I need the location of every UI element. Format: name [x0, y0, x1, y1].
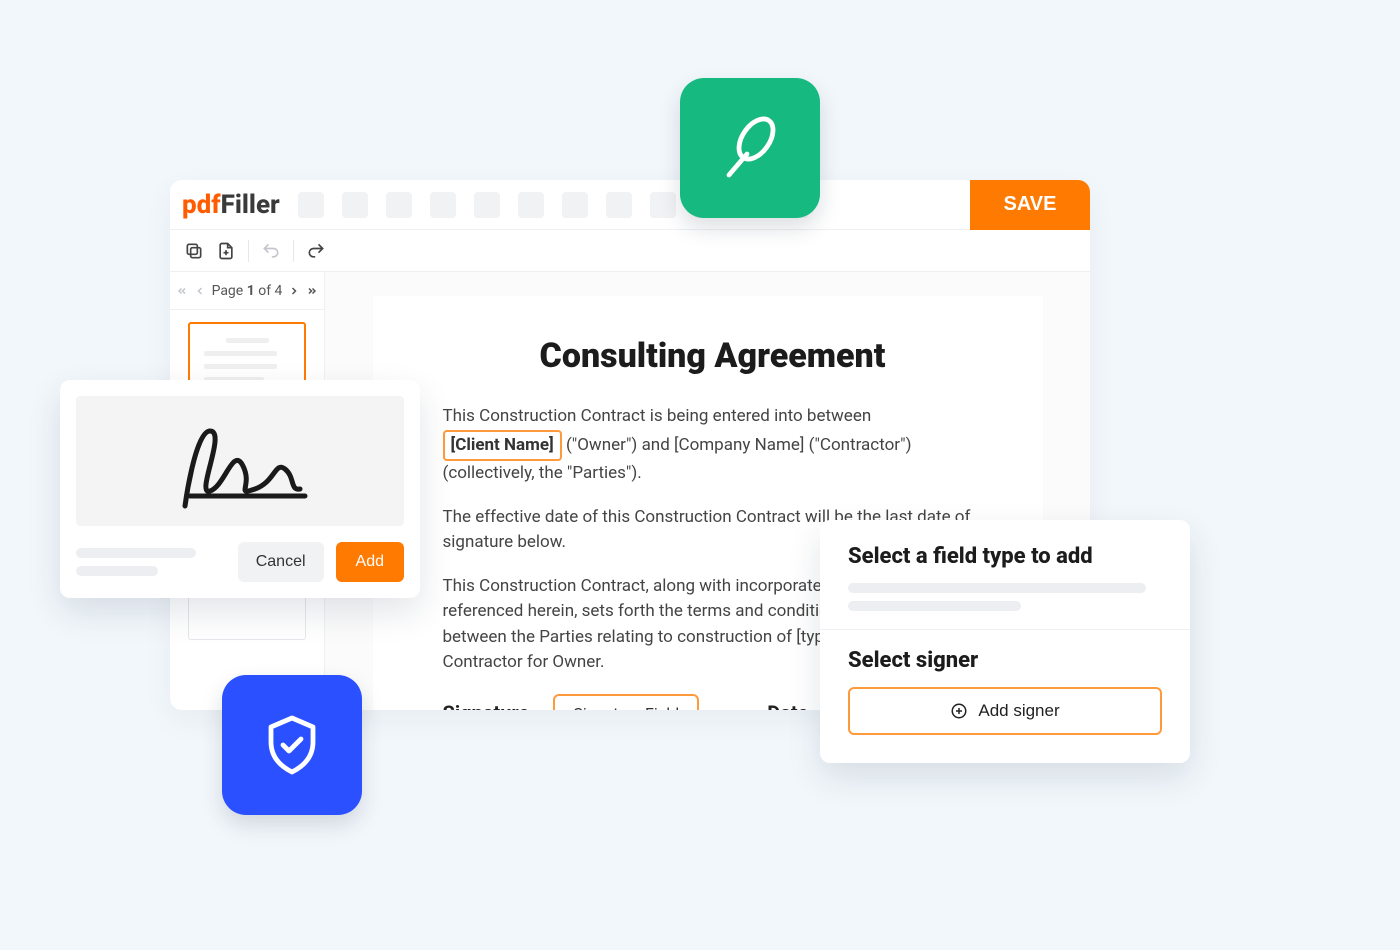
signer-panel: Select a field type to add Select signer… — [820, 520, 1190, 763]
add-signature-button[interactable]: Add — [336, 542, 404, 582]
add-signer-button[interactable]: Add signer — [848, 687, 1162, 735]
signature-label: Signature — [443, 701, 530, 710]
page-indicator: Page 1 of 4 — [212, 283, 283, 299]
paragraph-1: This Construction Contract is being ente… — [443, 404, 983, 487]
signature-preview-card: Cancel Add — [60, 380, 420, 598]
chevron-right-icon[interactable] — [288, 285, 300, 297]
signature-glyph-icon — [155, 411, 325, 511]
chevron-double-right-icon[interactable] — [306, 285, 318, 297]
field-type-placeholder — [848, 583, 1162, 611]
pdf-file-icon[interactable] — [216, 241, 236, 261]
document-title: Consulting Agreement — [443, 336, 983, 376]
cancel-button[interactable]: Cancel — [238, 542, 324, 582]
redo-icon[interactable] — [306, 241, 326, 261]
signature-meta-placeholder — [76, 548, 226, 576]
toolbar-placeholder[interactable] — [342, 192, 368, 218]
toolbar-placeholder[interactable] — [474, 192, 500, 218]
toolbar-placeholder[interactable] — [606, 192, 632, 218]
toolbar-divider — [293, 240, 294, 262]
toolbar-placeholder[interactable] — [562, 192, 588, 218]
undo-icon[interactable] — [261, 241, 281, 261]
signature-preview[interactable] — [76, 396, 404, 526]
copy-icon[interactable] — [184, 241, 204, 261]
save-button[interactable]: SAVE — [970, 180, 1090, 230]
editor-top-bar: pdfFiller SAVE — [170, 180, 1090, 230]
editor-tools-bar — [170, 230, 1090, 272]
toolbar-placeholder[interactable] — [430, 192, 456, 218]
add-signer-label: Add signer — [978, 701, 1059, 721]
page-navigator: Page 1 of 4 — [170, 272, 324, 310]
client-name-field[interactable]: [Client Name] — [443, 430, 562, 462]
date-label: Date — [767, 701, 808, 710]
field-type-heading: Select a field type to add — [848, 544, 1162, 569]
sign-feather-icon — [714, 112, 786, 184]
toolbar-placeholder[interactable] — [518, 192, 544, 218]
shield-check-icon — [256, 709, 328, 781]
signature-field[interactable]: Signature Field — [553, 694, 699, 711]
sign-badge — [680, 78, 820, 218]
brand-first: pdf — [182, 190, 221, 220]
toolbar-placeholder[interactable] — [298, 192, 324, 218]
toolbar-placeholder[interactable] — [386, 192, 412, 218]
brand-second: Filler — [221, 190, 280, 220]
brand-logo: pdfFiller — [182, 190, 280, 220]
plus-circle-icon — [950, 702, 968, 720]
select-signer-heading: Select signer — [848, 648, 1162, 673]
security-badge — [222, 675, 362, 815]
toolbar-divider — [248, 240, 249, 262]
chevron-left-icon[interactable] — [194, 285, 206, 297]
panel-divider — [820, 629, 1190, 630]
chevron-double-left-icon[interactable] — [176, 285, 188, 297]
toolbar-placeholder[interactable] — [650, 192, 676, 218]
